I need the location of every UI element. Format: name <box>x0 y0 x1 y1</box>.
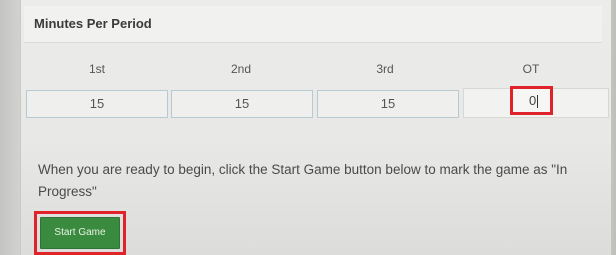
ot-value: 0 <box>529 93 537 108</box>
section-title: Minutes Per Period <box>34 16 152 31</box>
period-input-ot[interactable]: 0 <box>510 86 553 115</box>
section-header: Minutes Per Period <box>24 6 602 43</box>
period-label-1st: 1st <box>88 62 105 76</box>
period-label-2nd: 2nd <box>230 62 252 76</box>
text-caret <box>537 95 539 109</box>
period-input-1st[interactable]: 15 <box>26 90 168 118</box>
period-input-2nd[interactable]: 15 <box>171 90 313 118</box>
period-input-3rd[interactable]: 15 <box>317 90 459 118</box>
start-game-button[interactable]: Start Game <box>40 217 120 249</box>
period-label-3rd: 3rd <box>376 62 394 76</box>
instructions-text: When you are ready to begin, click the S… <box>38 162 568 199</box>
period-label-ot: OT <box>522 62 540 76</box>
